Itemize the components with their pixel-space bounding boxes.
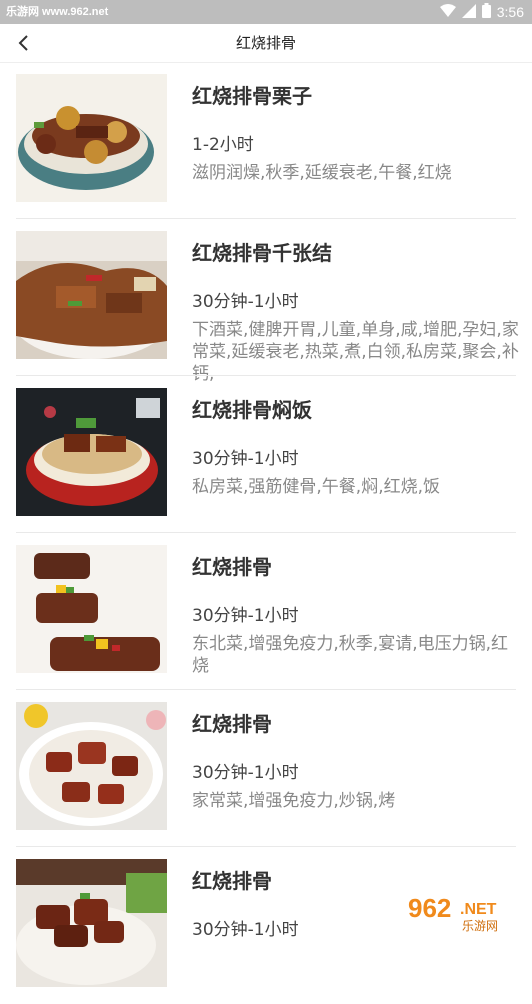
- battery-icon: [481, 3, 491, 21]
- signal-icon: [461, 3, 476, 21]
- recipe-time: 30分钟-1小时: [192, 449, 299, 469]
- status-bar: 乐游网 www.962.net 3:56: [0, 0, 532, 24]
- recipe-time: 30分钟-1小时: [192, 292, 299, 312]
- recipe-thumbnail: [16, 231, 167, 359]
- recipe-time: 30分钟-1小时: [192, 920, 299, 940]
- recipe-name: 红烧排骨: [192, 712, 272, 736]
- recipe-tags: 滋阴润燥,秋季,延缓衰老,午餐,红烧: [192, 163, 452, 183]
- recipe-item[interactable]: 红烧排骨千张结 30分钟-1小时 下酒菜,健脾开胃,儿童,单身,咸,增肥,孕妇,…: [0, 219, 532, 384]
- recipe-thumbnail: [16, 74, 167, 202]
- page-title: 红烧排骨: [235, 34, 296, 52]
- watermark-logo: 962 .NET 乐游网: [402, 890, 524, 934]
- recipe-tags: 私房菜,强筋健骨,午餐,焖,红烧,饭: [192, 477, 441, 497]
- recipe-name: 红烧排骨: [192, 869, 272, 893]
- recipe-tags: 东北菜,增强免疫力,秋季,宴请,电压力锅,红烧: [192, 634, 509, 676]
- svg-text:962: 962: [408, 893, 451, 923]
- recipe-name: 红烧排骨焖饭: [192, 398, 312, 422]
- recipe-time: 30分钟-1小时: [192, 606, 299, 626]
- recipe-thumbnail: [16, 388, 167, 516]
- recipe-thumbnail: [16, 545, 167, 673]
- recipe-item[interactable]: 红烧排骨 30分钟-1小时 家常菜,增强免疫力,炒锅,烤: [0, 690, 532, 847]
- recipe-thumbnail: [16, 702, 167, 830]
- top-app-bar: 红烧排骨: [0, 24, 532, 63]
- recipe-time: 1-2小时: [192, 135, 254, 155]
- recipe-tags: 家常菜,增强免疫力,炒锅,烤: [192, 791, 396, 811]
- recipe-list: 红烧排骨栗子 1-2小时 滋阴润燥,秋季,延缓衰老,午餐,红烧 红烧排骨千张结 …: [0, 62, 532, 1004]
- recipe-item[interactable]: 红烧排骨栗子 1-2小时 滋阴润燥,秋季,延缓衰老,午餐,红烧: [0, 62, 532, 219]
- status-time: 3:56: [496, 4, 524, 20]
- recipe-item[interactable]: 红烧排骨焖饭 30分钟-1小时 私房菜,强筋健骨,午餐,焖,红烧,饭: [0, 376, 532, 533]
- recipe-thumbnail: [16, 859, 167, 987]
- svg-text:乐游网: 乐游网: [462, 919, 498, 933]
- recipe-time: 30分钟-1小时: [192, 763, 299, 783]
- recipe-name: 红烧排骨: [192, 555, 272, 579]
- recipe-name: 红烧排骨千张结: [192, 241, 332, 265]
- recipe-item[interactable]: 红烧排骨 30分钟-1小时 东北菜,增强免疫力,秋季,宴请,电压力锅,红烧: [0, 533, 532, 690]
- status-source-text: 乐游网 www.962.net: [6, 6, 109, 18]
- recipe-name: 红烧排骨栗子: [192, 84, 312, 108]
- wifi-icon: [439, 3, 456, 21]
- svg-text:.NET: .NET: [460, 901, 497, 918]
